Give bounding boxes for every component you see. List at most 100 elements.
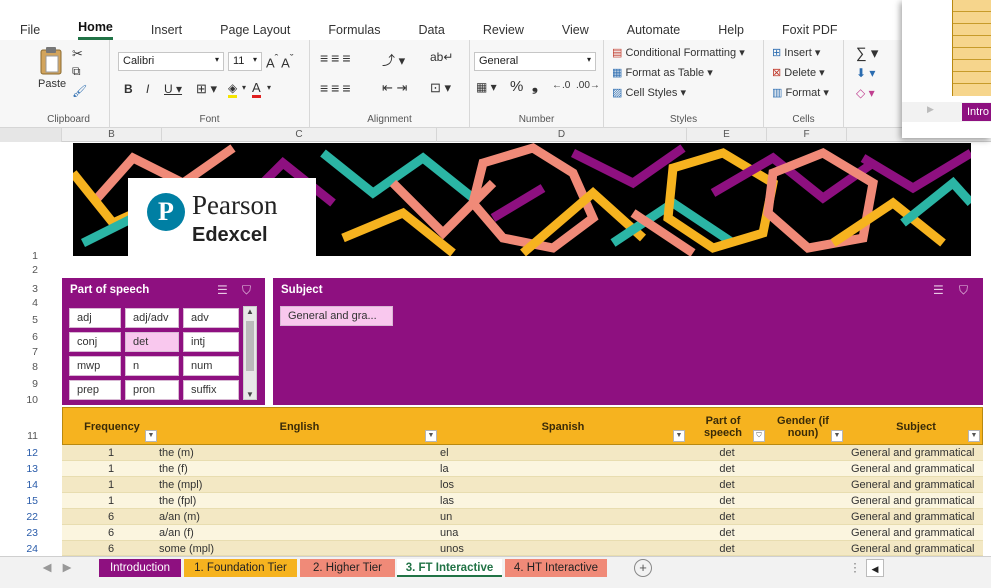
cell-english[interactable]: the (fpl) bbox=[159, 493, 196, 509]
conditional-formatting-button[interactable]: ▤ Conditional Formatting ▾ bbox=[612, 46, 745, 59]
clear-icon[interactable]: ◇ ▾ bbox=[856, 86, 875, 100]
cell-english[interactable]: a/an (m) bbox=[159, 509, 200, 525]
slicer-item-det[interactable]: det bbox=[125, 332, 179, 352]
slicer-item-adj[interactable]: adj bbox=[69, 308, 121, 328]
cell-pos[interactable]: det bbox=[687, 541, 767, 557]
scroll-tabs-left-icon[interactable]: ◀ bbox=[40, 559, 54, 577]
slicer-item-adj-adv[interactable]: adj/adv bbox=[125, 308, 179, 328]
filter-icon[interactable]: ⛉ bbox=[959, 283, 968, 298]
cell-pos[interactable]: det bbox=[687, 509, 767, 525]
font-color-icon[interactable]: A bbox=[252, 80, 261, 98]
row-header[interactable]: 7 bbox=[0, 346, 44, 358]
sheet-tab-ft-interactive[interactable]: 3. FT Interactive bbox=[397, 559, 502, 577]
overlay-scroll-icon[interactable]: ▶ bbox=[927, 104, 934, 115]
scroll-up-icon[interactable]: ▲ bbox=[244, 307, 256, 316]
slicer-item-suffix[interactable]: suffix bbox=[183, 380, 239, 400]
cell-frequency[interactable]: 1 bbox=[62, 461, 160, 477]
scroll-down-icon[interactable]: ▼ bbox=[244, 390, 256, 399]
cell-gender[interactable] bbox=[767, 461, 847, 477]
format-painter-icon[interactable]: 🖌 bbox=[72, 84, 87, 98]
menu-file[interactable]: File bbox=[20, 23, 40, 40]
slicer-item-adv[interactable]: adv bbox=[183, 308, 239, 328]
cell-frequency[interactable]: 6 bbox=[62, 525, 160, 541]
cell-styles-button[interactable]: ▨ Cell Styles ▾ bbox=[612, 86, 686, 99]
cell-gender[interactable] bbox=[767, 509, 847, 525]
row-header[interactable]: 9 bbox=[0, 378, 44, 390]
cell-frequency[interactable]: 6 bbox=[62, 541, 160, 557]
slicer-item-mwp[interactable]: mwp bbox=[69, 356, 121, 376]
row-header[interactable]: 15 bbox=[0, 495, 44, 507]
merge-center-icon[interactable]: ⊡ ▾ bbox=[430, 80, 451, 96]
select-all-corner[interactable] bbox=[0, 128, 62, 142]
row-header[interactable]: 3 bbox=[0, 283, 44, 295]
cell-spanish[interactable]: un bbox=[440, 509, 452, 525]
font-color-dropdown-icon[interactable]: ▾ bbox=[267, 83, 271, 92]
font-name-select[interactable]: Calibri ▾ bbox=[118, 52, 224, 71]
scrollbar-thumb[interactable] bbox=[246, 321, 254, 371]
paste-label[interactable]: Paste bbox=[38, 78, 66, 90]
cell-frequency[interactable]: 1 bbox=[62, 445, 160, 461]
percent-icon[interactable]: % bbox=[510, 78, 523, 95]
underline-icon[interactable]: U ▾ bbox=[164, 82, 182, 96]
cell-spanish[interactable]: el bbox=[440, 445, 449, 461]
slicer-item-pron[interactable]: pron bbox=[125, 380, 179, 400]
cut-icon[interactable]: ✂ bbox=[72, 46, 83, 62]
fill-color-dropdown-icon[interactable]: ▾ bbox=[242, 83, 246, 92]
cell-spanish[interactable]: la bbox=[440, 461, 449, 477]
multi-select-icon[interactable]: ☰ bbox=[217, 283, 228, 297]
cell-gender[interactable] bbox=[767, 541, 847, 557]
increase-decimal-icon[interactable]: ←.0 bbox=[552, 80, 570, 91]
menu-foxit-pdf[interactable]: Foxit PDF bbox=[782, 23, 838, 40]
cell-frequency[interactable]: 1 bbox=[62, 477, 160, 493]
menu-page-layout[interactable]: Page Layout bbox=[220, 23, 290, 40]
cell-pos[interactable]: det bbox=[687, 525, 767, 541]
slicer-scrollbar[interactable]: ▲ ▼ bbox=[243, 306, 257, 400]
font-size-select[interactable]: 11 ▾ bbox=[228, 52, 262, 71]
filter-active-icon[interactable]: ⛉ bbox=[753, 430, 765, 442]
horizontal-align-icons[interactable]: ≡≡≡ bbox=[320, 80, 354, 96]
cell-frequency[interactable]: 6 bbox=[62, 509, 160, 525]
cell-gender[interactable] bbox=[767, 493, 847, 509]
cell-spanish[interactable]: los bbox=[440, 477, 454, 493]
row-header[interactable]: 2 bbox=[0, 264, 44, 276]
cell-pos[interactable]: det bbox=[687, 445, 767, 461]
row-header[interactable]: 1 bbox=[0, 250, 44, 262]
cell-english[interactable]: the (f) bbox=[159, 461, 188, 477]
cell-subject[interactable]: General and grammatical bbox=[851, 493, 975, 509]
horizontal-scroll-left-icon[interactable]: ◀ bbox=[866, 559, 884, 577]
multi-select-icon[interactable]: ☰ bbox=[933, 283, 944, 297]
slicer-item-general[interactable]: General and gra... bbox=[280, 306, 393, 326]
cell-subject[interactable]: General and grammatical bbox=[851, 445, 975, 461]
menu-automate[interactable]: Automate bbox=[627, 23, 681, 40]
cell-gender[interactable] bbox=[767, 445, 847, 461]
sheet-tab-foundation-tier[interactable]: 1. Foundation Tier bbox=[184, 559, 297, 577]
cell-subject[interactable]: General and grammatical bbox=[851, 461, 975, 477]
comma-style-icon[interactable]: ❟ bbox=[532, 78, 538, 95]
menu-data[interactable]: Data bbox=[418, 23, 444, 40]
column-header-f[interactable]: F bbox=[767, 128, 847, 142]
cell-gender[interactable] bbox=[767, 525, 847, 541]
sheet-tab-higher-tier[interactable]: 2. Higher Tier bbox=[300, 559, 395, 577]
accounting-format-icon[interactable]: ▦ ▾ bbox=[476, 80, 497, 94]
number-format-select[interactable]: General ▾ bbox=[474, 52, 596, 71]
row-header[interactable]: 24 bbox=[0, 543, 44, 555]
row-header[interactable]: 13 bbox=[0, 463, 44, 475]
menu-help[interactable]: Help bbox=[718, 23, 744, 40]
new-sheet-icon[interactable]: + bbox=[634, 559, 652, 577]
cell-subject[interactable]: General and grammatical bbox=[851, 541, 975, 557]
cell-pos[interactable]: det bbox=[687, 477, 767, 493]
slicer-item-prep[interactable]: prep bbox=[69, 380, 121, 400]
autosum-icon[interactable]: ∑ ▾ bbox=[856, 44, 878, 62]
filter-dropdown-icon[interactable]: ▼ bbox=[673, 430, 685, 442]
row-header[interactable]: 10 bbox=[0, 394, 44, 406]
filter-dropdown-icon[interactable]: ▼ bbox=[831, 430, 843, 442]
grow-font-icon[interactable]: Aˆ Aˇ bbox=[266, 53, 293, 70]
cell-subject[interactable]: General and grammatical bbox=[851, 477, 975, 493]
slicer-item-num[interactable]: num bbox=[183, 356, 239, 376]
column-header-e[interactable]: E bbox=[687, 128, 767, 142]
row-header[interactable]: 12 bbox=[0, 447, 44, 459]
sheet-tab-ht-interactive[interactable]: 4. HT Interactive bbox=[505, 559, 607, 577]
sort-dropdown-icon[interactable]: ▼ bbox=[145, 430, 157, 442]
borders-icon[interactable]: ⊞ ▾ bbox=[196, 81, 217, 97]
cell-english[interactable]: the (mpl) bbox=[159, 477, 202, 493]
